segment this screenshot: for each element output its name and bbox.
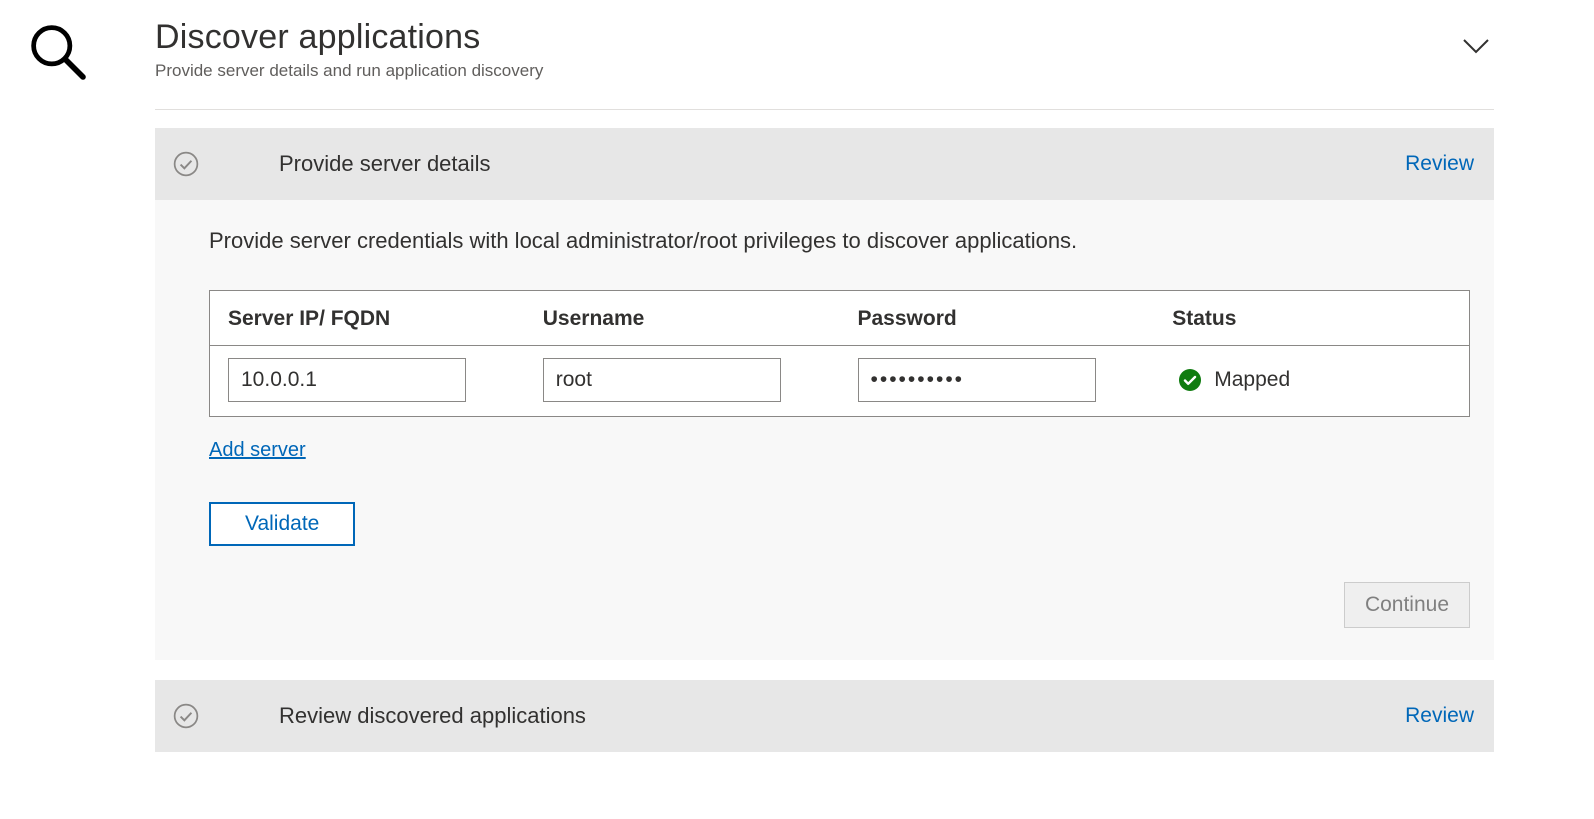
column-header-username: Username bbox=[525, 291, 840, 346]
section-title-review: Review discovered applications bbox=[279, 703, 1405, 729]
section-title-provide: Provide server details bbox=[279, 151, 1405, 177]
page-title: Discover applications bbox=[155, 18, 543, 57]
column-header-ip: Server IP/ FQDN bbox=[210, 291, 525, 346]
continue-button[interactable]: Continue bbox=[1344, 582, 1470, 628]
column-header-status: Status bbox=[1154, 291, 1469, 346]
password-input[interactable] bbox=[858, 358, 1096, 402]
success-check-icon bbox=[1178, 368, 1202, 392]
status-text: Mapped bbox=[1214, 368, 1290, 392]
instruction-text: Provide server credentials with local ad… bbox=[209, 228, 1470, 254]
section-body-provide: Provide server credentials with local ad… bbox=[155, 200, 1494, 660]
add-server-link[interactable]: Add server bbox=[209, 439, 306, 462]
chevron-down-icon[interactable] bbox=[1458, 28, 1494, 64]
divider bbox=[155, 109, 1494, 110]
column-header-password: Password bbox=[840, 291, 1155, 346]
section-header-review: Review discovered applications Review bbox=[155, 680, 1494, 752]
username-input[interactable] bbox=[543, 358, 781, 402]
review-link-discovered[interactable]: Review bbox=[1405, 704, 1474, 728]
section-header-provide: Provide server details Review bbox=[155, 128, 1494, 200]
table-row: Mapped bbox=[210, 346, 1469, 417]
search-icon[interactable] bbox=[28, 22, 88, 82]
page-subtitle: Provide server details and run applicati… bbox=[155, 61, 543, 81]
review-link-provide[interactable]: Review bbox=[1405, 152, 1474, 176]
check-circle-icon bbox=[173, 151, 199, 177]
check-circle-icon bbox=[173, 703, 199, 729]
main-content: Discover applications Provide server det… bbox=[155, 18, 1594, 752]
server-ip-input[interactable] bbox=[228, 358, 466, 402]
server-table: Server IP/ FQDN Username Password Status bbox=[209, 290, 1470, 417]
validate-button[interactable]: Validate bbox=[209, 502, 355, 546]
left-rail bbox=[0, 18, 155, 752]
